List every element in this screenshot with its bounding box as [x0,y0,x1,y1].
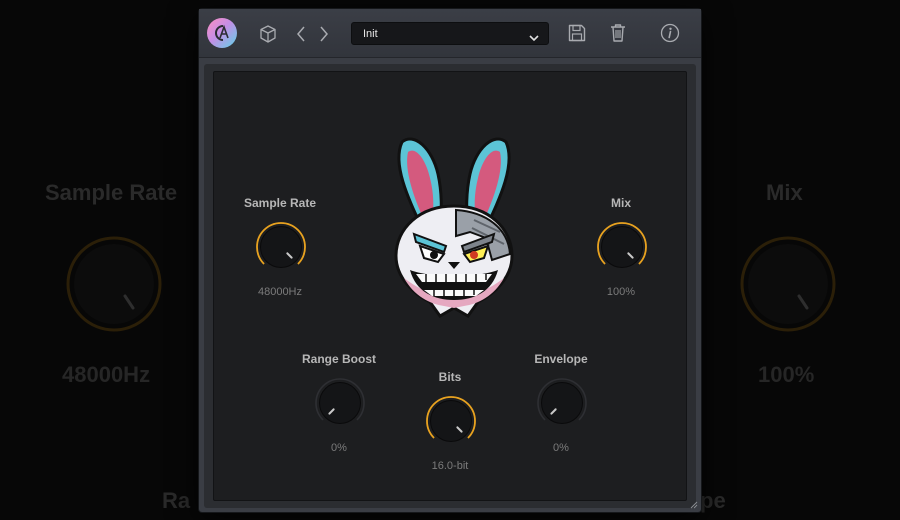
bits-knob[interactable] [424,394,478,448]
knob-body [319,382,361,424]
preset-name: Init [363,27,378,40]
envelope-value: 0% [553,442,569,454]
envelope-knob[interactable] [535,376,589,430]
sample-rate-value: 48000Hz [257,286,303,298]
bg-fragment-right: pe [700,488,726,513]
resize-grip-icon[interactable] [690,501,698,509]
mix-knob[interactable] [595,220,649,274]
info-icon[interactable] [659,22,681,44]
toolbar: Init [199,9,701,58]
envelope-label: Envelope [534,352,588,366]
range-boost-label: Range Boost [301,352,376,366]
sample-rate-label: Sample Rate [243,196,317,210]
bg-sample-rate-value: 48000Hz [62,362,151,387]
bits-label: Bits [438,370,462,384]
bits-value: 16.0-bit [431,460,469,472]
bg-fragment-left: Ra [162,488,191,513]
ca-logo-icon[interactable] [207,18,237,48]
cube-icon[interactable] [257,23,279,45]
knob-body [430,400,472,442]
sample-rate-knob[interactable] [254,220,308,274]
main-panel-frame: Sample Rate 48000Hz Mix 100% Range Boost… [204,64,696,508]
save-icon[interactable] [566,22,588,44]
knob-body [541,382,583,424]
range-boost-knob[interactable] [313,376,367,430]
range-boost-value: 0% [331,442,347,454]
cyborg-rabbit-mascot [394,137,514,318]
preset-selector[interactable]: Init [351,22,549,45]
plugin-window: Init Sample Rate 48000Hz Mix 100% Range … [199,9,701,512]
chevron-down-icon [529,29,539,47]
mix-value: 100% [606,286,636,298]
bg-mix-label: Mix [766,180,803,205]
main-panel: Sample Rate 48000Hz Mix 100% Range Boost… [213,71,687,501]
bg-sample-rate-knob [66,236,162,332]
chevron-left-icon[interactable] [294,23,308,45]
bg-mix-knob [740,236,836,332]
knob-body [260,226,302,268]
bg-sample-rate-label: Sample Rate [45,180,178,205]
mix-label: Mix [610,196,631,210]
bg-mix-value: 100% [758,362,815,387]
knob-body [601,226,643,268]
chevron-right-icon[interactable] [317,23,331,45]
trash-icon[interactable] [607,22,629,44]
